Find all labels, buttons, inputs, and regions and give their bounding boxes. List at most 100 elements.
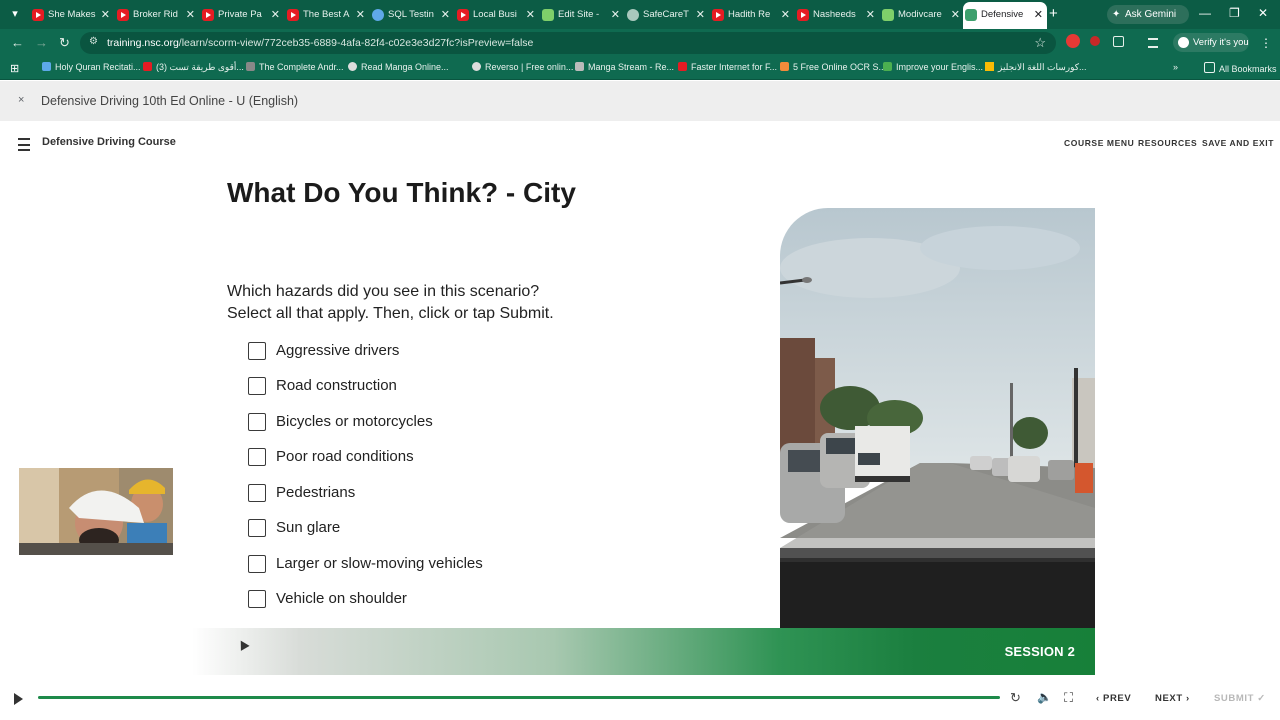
bookmark-item[interactable]: Holy Quran Recitati...	[42, 62, 141, 72]
youtube-icon	[712, 9, 724, 21]
close-icon[interactable]: ✕	[781, 8, 790, 21]
new-tab-icon[interactable]: +	[1049, 6, 1058, 21]
tab-title: SafeCareT	[643, 9, 689, 20]
browser-tab[interactable]: She Makes ✕	[30, 4, 114, 26]
checkbox[interactable]	[248, 377, 266, 395]
close-icon[interactable]: ✕	[101, 8, 110, 21]
bookmark-item[interactable]: كورسات اللغة الانجليز...	[985, 62, 1087, 73]
checkbox[interactable]	[248, 519, 266, 537]
site-info-icon[interactable]: ⚙	[89, 36, 99, 47]
reload-icon[interactable]: ↻	[59, 35, 70, 51]
tab-title: The Best A	[303, 9, 350, 20]
bookmark-overflow-icon[interactable]: »	[1173, 62, 1178, 72]
option-label[interactable]: Pedestrians	[276, 484, 355, 502]
tab-title: Defensive	[981, 9, 1024, 20]
browser-tab[interactable]: The Best A ✕	[285, 4, 369, 26]
next-button[interactable]: NEXT ›	[1155, 693, 1190, 704]
browser-tab[interactable]: Private Pa ✕	[200, 4, 284, 26]
browser-tab[interactable]: Modivcare ✕	[880, 4, 964, 26]
bookmark-star-icon[interactable]: ☆	[1034, 35, 1046, 51]
browser-tab[interactable]: SafeCareT ✕	[625, 4, 709, 26]
menu-kebab-icon[interactable]: ⋮	[1260, 36, 1272, 50]
option-label[interactable]: Vehicle on shoulder	[276, 590, 407, 608]
hamburger-menu-icon[interactable]	[18, 138, 30, 151]
forward-icon[interactable]: →	[35, 35, 48, 50]
play-icon[interactable]	[14, 693, 23, 705]
option-label[interactable]: Sun glare	[276, 519, 340, 537]
option-label[interactable]: Road construction	[276, 377, 397, 395]
bookmark-item[interactable]: The Complete Andr...	[246, 62, 344, 72]
bookmark-item[interactable]: Reverso | Free onlin...	[472, 62, 573, 72]
ask-gemini-button[interactable]: ✦ Ask Gemini	[1107, 5, 1189, 24]
checkbox[interactable]	[248, 342, 266, 360]
submit-button[interactable]: SUBMIT ✓	[1214, 693, 1266, 704]
bookmark-item[interactable]: Manga Stream - Re...	[575, 62, 674, 72]
prev-button[interactable]: ‹ PREV	[1096, 693, 1131, 704]
course-menu-link[interactable]: COURSE MENU	[1064, 138, 1134, 148]
bookmark-item[interactable]: (3) أقوى طريقة تست...	[143, 62, 244, 73]
browser-tab-strip: ▾ She Makes ✕ Broker Rid ✕ Private Pa ✕ The…	[0, 0, 1280, 29]
checkbox[interactable]	[248, 413, 266, 431]
minimize-icon[interactable]: —	[1199, 6, 1211, 20]
close-icon[interactable]: ✕	[951, 8, 960, 21]
all-bookmarks-button[interactable]: All Bookmarks	[1204, 62, 1277, 74]
webcam-overlay	[19, 468, 173, 555]
close-icon[interactable]: ✕	[186, 8, 195, 21]
save-and-exit-link[interactable]: SAVE AND EXIT	[1202, 138, 1274, 148]
option-label[interactable]: Poor road conditions	[276, 448, 414, 466]
profile-verify-button[interactable]: Verify it's you	[1173, 33, 1249, 52]
bookmark-label: Improve your Englis...	[896, 62, 984, 72]
course-window-title: Defensive Driving 10th Ed Online - U (En…	[41, 94, 299, 108]
option-label[interactable]: Aggressive drivers	[276, 342, 399, 360]
browser-tab[interactable]: Nasheeds ✕	[795, 4, 879, 26]
option-label[interactable]: Larger or slow-moving vehicles	[276, 555, 483, 573]
drive-icon	[985, 62, 994, 71]
bookmark-item[interactable]: 5 Free Online OCR S...	[780, 62, 886, 72]
apps-grid-icon[interactable]: ⊞	[10, 62, 19, 75]
browser-tab[interactable]: SQL Testin ✕	[370, 4, 454, 26]
close-icon[interactable]: ✕	[696, 8, 705, 21]
option-label[interactable]: Bicycles or motorcycles	[276, 413, 433, 431]
bookmark-item[interactable]: Read Manga Online...	[348, 62, 449, 72]
close-icon[interactable]: ✕	[1034, 8, 1043, 21]
extensions-puzzle-icon[interactable]	[1113, 36, 1124, 47]
bookmark-label: كورسات اللغة الانجليز...	[998, 62, 1087, 72]
back-icon[interactable]: ←	[11, 35, 24, 50]
close-icon[interactable]: ✕	[441, 8, 450, 21]
progress-bar[interactable]	[38, 696, 1000, 699]
close-icon[interactable]: ✕	[271, 8, 280, 21]
bookmark-label: Manga Stream - Re...	[588, 62, 675, 72]
checkbox[interactable]	[248, 555, 266, 573]
bookmark-item[interactable]: Faster Internet for F...	[678, 62, 777, 72]
fullscreen-icon[interactable]: ⛶	[1064, 690, 1073, 706]
replay-icon[interactable]: ↻	[1010, 690, 1021, 706]
tab-title: Modivcare	[898, 9, 942, 20]
extension-icon[interactable]	[1066, 34, 1080, 48]
checkbox[interactable]	[248, 448, 266, 466]
close-icon[interactable]: ✕	[526, 8, 535, 21]
bookmark-item[interactable]: Improve your Englis...	[883, 62, 983, 72]
tab-title: Hadith Re	[728, 9, 771, 20]
checkbox[interactable]	[248, 590, 266, 608]
close-icon[interactable]: ✕	[356, 8, 365, 21]
browser-tab[interactable]: Local Busi ✕	[455, 4, 539, 26]
tab-title: Nasheeds	[813, 9, 856, 20]
tab-search-icon[interactable]: ▾	[8, 7, 22, 21]
close-course-icon[interactable]: ×	[18, 94, 24, 106]
media-icon[interactable]	[1148, 38, 1158, 48]
bookmark-label: (3) أقوى طريقة تست...	[156, 62, 244, 72]
browser-tab[interactable]: Edit Site - ✕	[540, 4, 624, 26]
resources-link[interactable]: RESOURCES	[1138, 138, 1197, 148]
checkbox[interactable]	[248, 484, 266, 502]
volume-icon[interactable]: 🔈	[1037, 690, 1052, 704]
restore-icon[interactable]: ❐	[1229, 6, 1240, 20]
window-close-icon[interactable]: ✕	[1258, 6, 1268, 20]
browser-tab-active[interactable]: Defensive ✕	[963, 2, 1047, 29]
youtube-icon	[202, 9, 214, 21]
extension-icon[interactable]	[1090, 36, 1100, 46]
address-bar[interactable]: ⚙ training.nsc.org/learn/scorm-view/772c…	[80, 32, 1056, 54]
browser-tab[interactable]: Broker Rid ✕	[115, 4, 199, 26]
browser-tab[interactable]: Hadith Re ✕	[710, 4, 794, 26]
close-icon[interactable]: ✕	[866, 8, 875, 21]
close-icon[interactable]: ✕	[611, 8, 620, 21]
